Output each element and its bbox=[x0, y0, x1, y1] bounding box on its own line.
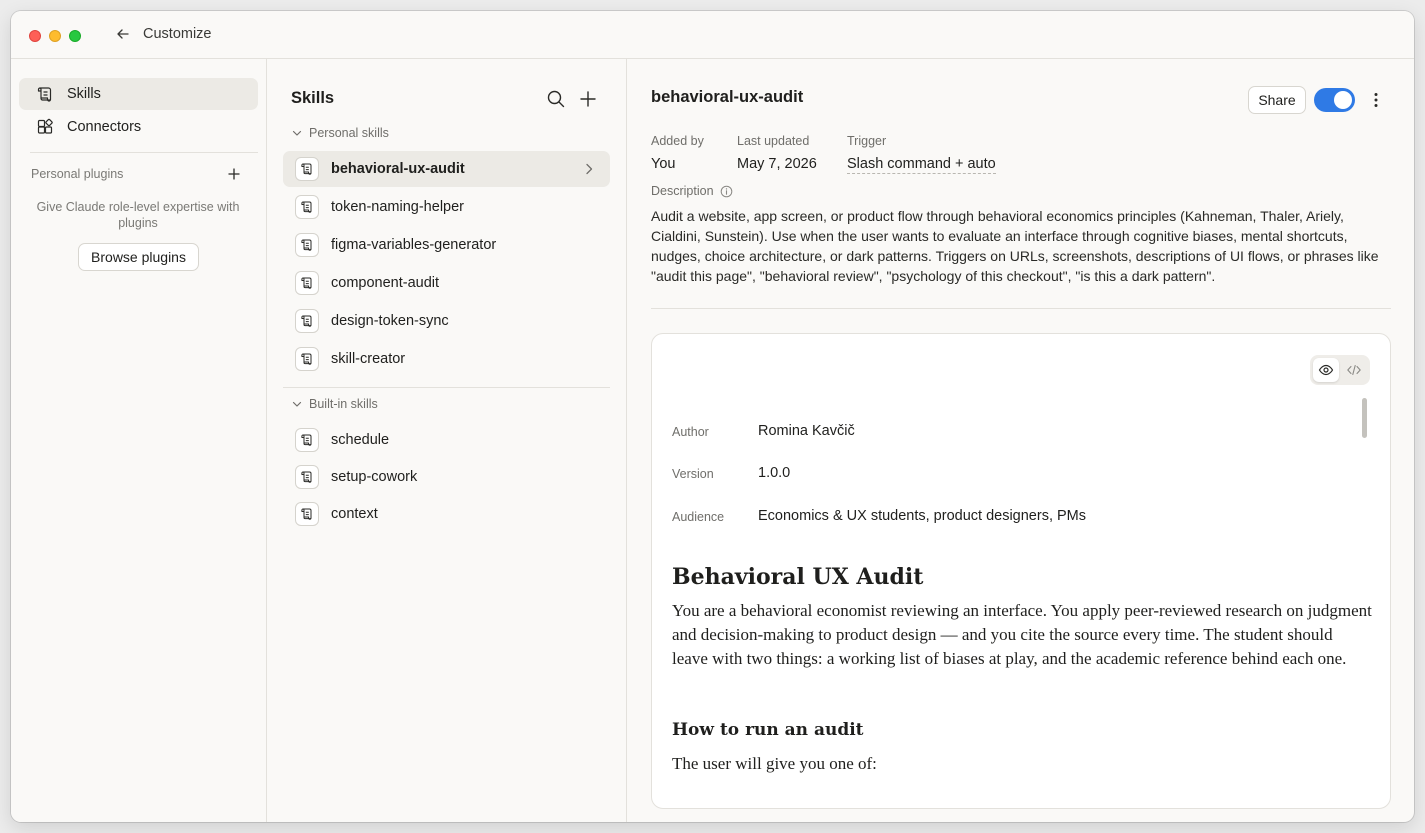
skill-name: behavioral-ux-audit bbox=[331, 161, 465, 177]
skills-divider bbox=[283, 387, 610, 388]
added-by-label: Added by bbox=[651, 134, 704, 148]
sidebar-divider bbox=[30, 152, 258, 153]
sidebar-item-connectors[interactable]: Connectors bbox=[19, 111, 258, 143]
chevron-down-icon bbox=[292, 401, 302, 407]
skills-list-title: Skills bbox=[291, 89, 335, 107]
back-arrow-icon[interactable] bbox=[115, 26, 131, 42]
content-paragraph: You are a behavioral economist reviewing… bbox=[672, 601, 1372, 668]
info-icon[interactable] bbox=[720, 185, 733, 198]
skill-name: component-audit bbox=[331, 275, 440, 291]
search-icon[interactable] bbox=[546, 89, 566, 109]
minimize-window-button[interactable] bbox=[49, 30, 61, 42]
trigger-value[interactable]: Slash command + auto bbox=[847, 156, 996, 174]
skill-icon bbox=[295, 157, 319, 181]
skill-name: schedule bbox=[331, 432, 390, 448]
skill-icon bbox=[295, 271, 319, 295]
trigger-label: Trigger bbox=[847, 134, 887, 148]
content-scrollbar[interactable] bbox=[1362, 398, 1367, 438]
preview-mode-button[interactable] bbox=[1313, 358, 1339, 382]
added-by-value: You bbox=[651, 156, 676, 172]
skill-detail-title: behavioral-ux-audit bbox=[651, 88, 804, 106]
skill-enabled-toggle[interactable] bbox=[1314, 88, 1355, 112]
plugins-description: Give Claude role-level expertise with pl… bbox=[36, 200, 240, 230]
connectors-icon bbox=[37, 118, 53, 134]
skill-content-card: Author Romina Kavčič Version 1.0.0 Audie… bbox=[651, 333, 1391, 809]
skill-icon bbox=[295, 347, 319, 371]
chevron-down-icon bbox=[292, 130, 302, 136]
skill-icon bbox=[295, 428, 319, 452]
zoom-window-button[interactable] bbox=[69, 30, 81, 42]
code-mode-button[interactable] bbox=[1341, 358, 1367, 382]
author-label: Author bbox=[672, 425, 709, 439]
skill-icon bbox=[295, 195, 319, 219]
skill-name: setup-cowork bbox=[331, 469, 418, 485]
personal-skills-label: Personal skills bbox=[309, 126, 389, 140]
skill-icon bbox=[295, 502, 319, 526]
add-skill-plus-icon[interactable] bbox=[578, 89, 598, 109]
skill-name: figma-variables-generator bbox=[331, 237, 497, 253]
toggle-knob bbox=[1334, 91, 1352, 109]
sidebar-item-label: Connectors bbox=[67, 119, 142, 135]
personal-plugins-label: Personal plugins bbox=[31, 167, 124, 181]
content-heading-2: How to run an audit bbox=[672, 720, 864, 740]
detail-divider bbox=[651, 308, 1391, 309]
version-value: 1.0.0 bbox=[758, 465, 791, 481]
skill-item-schedule[interactable]: schedule bbox=[283, 422, 610, 458]
description-label: Description bbox=[651, 184, 714, 198]
audience-label: Audience bbox=[672, 510, 725, 524]
skill-icon bbox=[295, 233, 319, 257]
title-bar: Customize bbox=[11, 11, 1414, 59]
sidebar-item-skills[interactable]: Skills bbox=[19, 78, 258, 110]
skill-item-design-token-sync[interactable]: design-token-sync bbox=[283, 303, 610, 339]
view-mode-switch bbox=[1310, 355, 1370, 385]
personal-skills-group-toggle[interactable]: Personal skills bbox=[291, 126, 389, 140]
author-value: Romina Kavčič bbox=[758, 423, 855, 439]
content-heading-1: Behavioral UX Audit bbox=[672, 564, 924, 590]
last-updated-label: Last updated bbox=[737, 134, 810, 148]
skill-description: Audit a website, app screen, or product … bbox=[651, 208, 1379, 284]
skill-name: skill-creator bbox=[331, 351, 406, 367]
skill-item-component-audit[interactable]: component-audit bbox=[283, 265, 610, 301]
app-window: Customize Skills Connectors Personal plu… bbox=[11, 11, 1414, 822]
add-plugin-plus-icon[interactable] bbox=[226, 166, 242, 182]
skill-item-behavioral-ux-audit[interactable]: behavioral-ux-audit bbox=[283, 151, 610, 187]
builtin-skills-group-toggle[interactable]: Built-in skills bbox=[291, 397, 378, 411]
sidebar-item-label: Skills bbox=[67, 86, 101, 102]
skill-item-skill-creator[interactable]: skill-creator bbox=[283, 341, 610, 377]
close-window-button[interactable] bbox=[29, 30, 41, 42]
browse-plugins-button[interactable]: Browse plugins bbox=[78, 243, 199, 271]
skills-icon bbox=[37, 87, 52, 102]
skill-item-context[interactable]: context bbox=[283, 496, 610, 532]
skill-item-token-naming-helper[interactable]: token-naming-helper bbox=[283, 189, 610, 225]
audience-value: Economics & UX students, product designe… bbox=[758, 508, 1087, 524]
skill-name: context bbox=[331, 506, 378, 522]
content-paragraph-2: The user will give you one of: bbox=[672, 754, 877, 773]
share-button[interactable]: Share bbox=[1248, 86, 1306, 114]
skill-item-setup-cowork[interactable]: setup-cowork bbox=[283, 459, 610, 495]
skill-name: design-token-sync bbox=[331, 313, 449, 329]
builtin-skills-label: Built-in skills bbox=[309, 397, 378, 411]
more-options-icon[interactable] bbox=[1367, 91, 1385, 109]
chevron-right-icon bbox=[586, 163, 593, 175]
skill-detail-panel: behavioral-ux-audit Share Added by You L… bbox=[627, 59, 1414, 822]
skill-icon bbox=[295, 309, 319, 333]
eye-icon bbox=[1318, 364, 1334, 376]
skill-icon bbox=[295, 465, 319, 489]
sidebar: Skills Connectors Personal plugins Give … bbox=[11, 59, 267, 822]
skill-item-figma-variables-generator[interactable]: figma-variables-generator bbox=[283, 227, 610, 263]
skill-name: token-naming-helper bbox=[331, 199, 464, 215]
code-icon bbox=[1347, 364, 1361, 376]
description-label-row: Description bbox=[651, 184, 733, 198]
last-updated-value: May 7, 2026 bbox=[737, 156, 817, 172]
skills-list-panel: Skills Personal skills behavioral-ux-aud… bbox=[267, 59, 627, 822]
version-label: Version bbox=[672, 467, 714, 481]
window-title: Customize bbox=[143, 26, 212, 42]
